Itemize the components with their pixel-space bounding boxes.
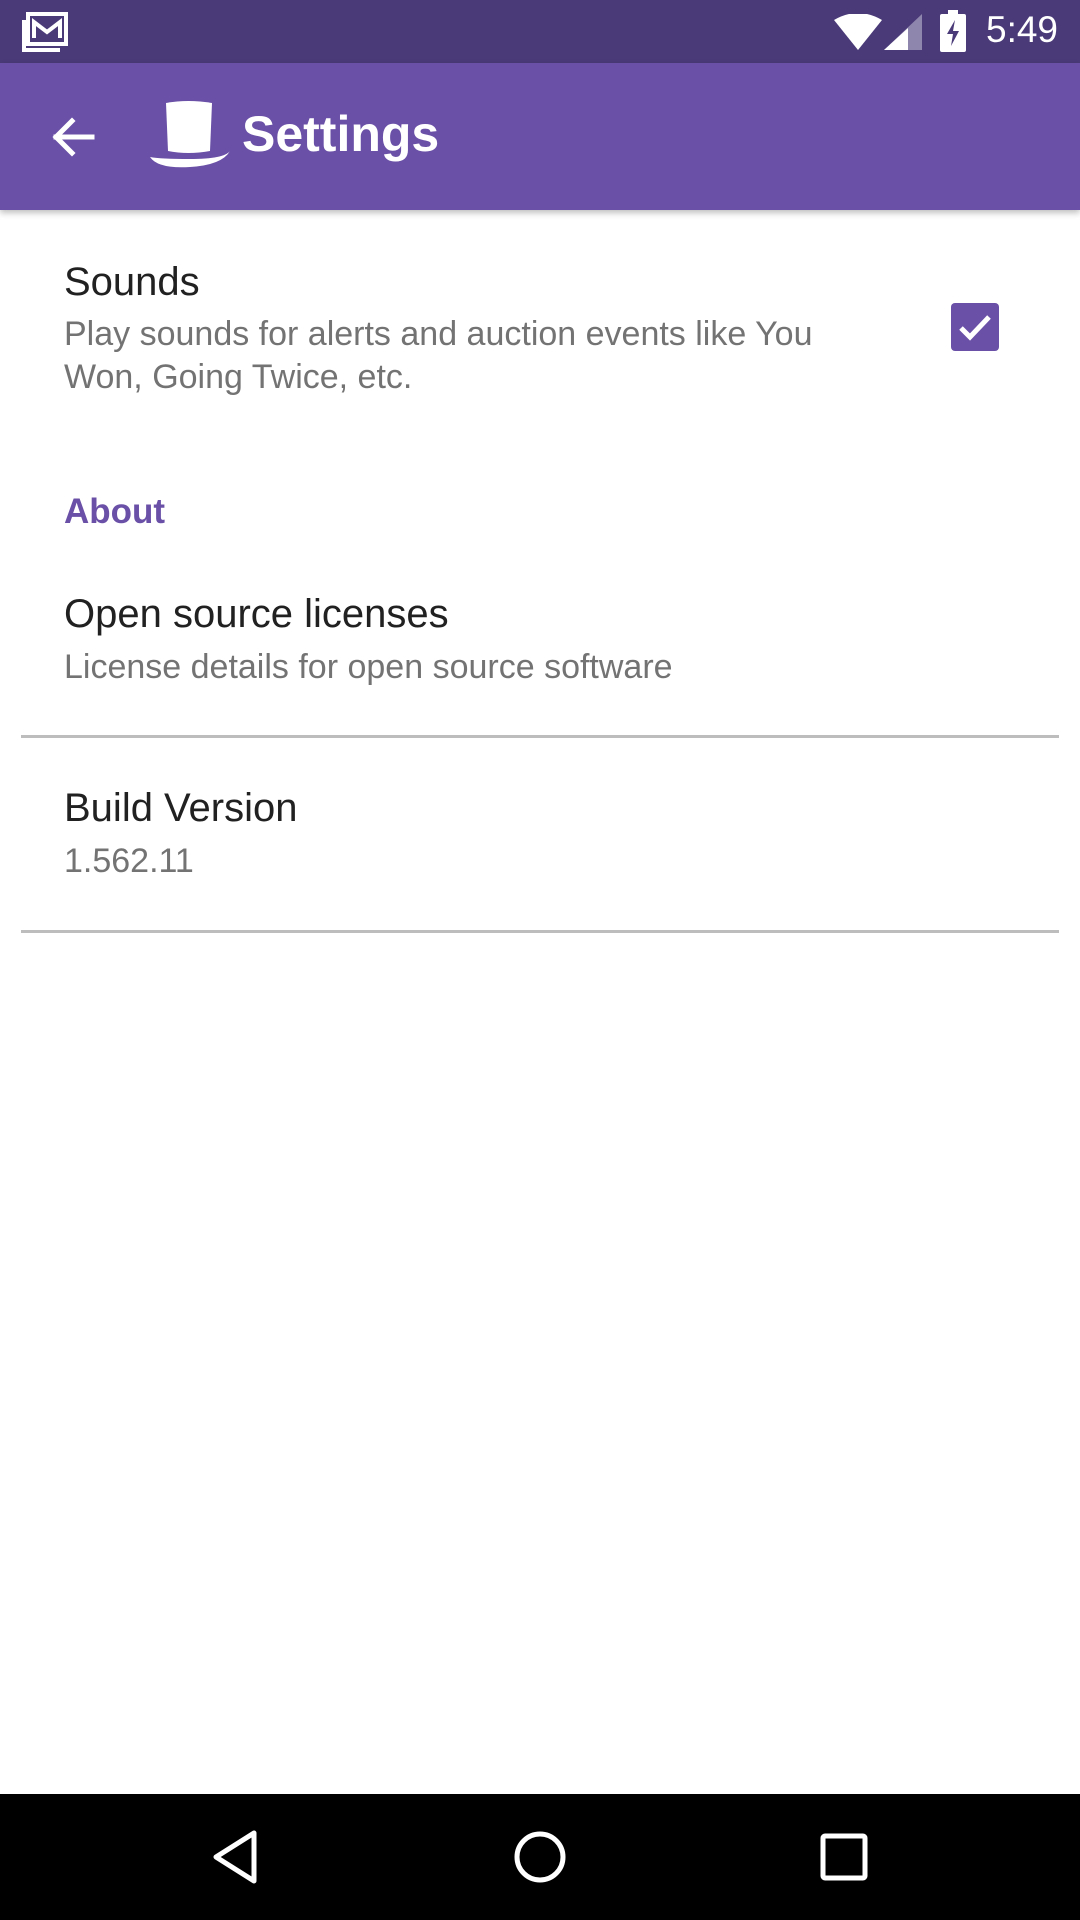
divider — [21, 930, 1059, 933]
home-circle-icon[interactable] — [510, 1827, 570, 1887]
pref-sounds-summary-line1: Play sounds for alerts and auction event… — [64, 315, 813, 353]
app-bar: Settings — [0, 63, 1080, 210]
status-bar: 5:49 — [0, 0, 1080, 63]
pref-sounds[interactable]: Sounds Play sounds for alerts and auctio… — [0, 210, 1080, 430]
pref-sounds-title: Sounds — [64, 260, 200, 304]
checkmark-icon — [959, 315, 991, 341]
wifi-icon — [834, 14, 882, 50]
cell-signal-icon — [884, 14, 922, 50]
page-title: Settings — [242, 106, 440, 162]
pref-open-source-licenses[interactable]: Open source licenses License details for… — [0, 560, 1080, 735]
recents-square-icon[interactable] — [814, 1827, 874, 1887]
category-about: About — [64, 492, 166, 531]
sounds-checkbox[interactable] — [951, 303, 999, 351]
battery-charging-icon — [940, 10, 966, 52]
pref-build-title: Build Version — [64, 786, 298, 830]
nav-bar — [0, 1794, 1080, 1920]
top-hat-icon — [150, 101, 230, 168]
arrow-back-icon[interactable] — [46, 111, 98, 163]
back-triangle-icon[interactable] — [206, 1827, 266, 1887]
gmail-notification-icon — [22, 12, 68, 52]
pref-sounds-summary-line2: Won, Going Twice, etc. — [64, 358, 413, 396]
pref-build-summary: 1.562.11 — [64, 842, 194, 880]
pref-build-version[interactable]: Build Version 1.562.11 — [0, 738, 1080, 930]
pref-licenses-summary: License details for open source software — [64, 648, 673, 686]
pref-licenses-title: Open source licenses — [64, 592, 449, 636]
status-time: 5:49 — [986, 9, 1059, 50]
